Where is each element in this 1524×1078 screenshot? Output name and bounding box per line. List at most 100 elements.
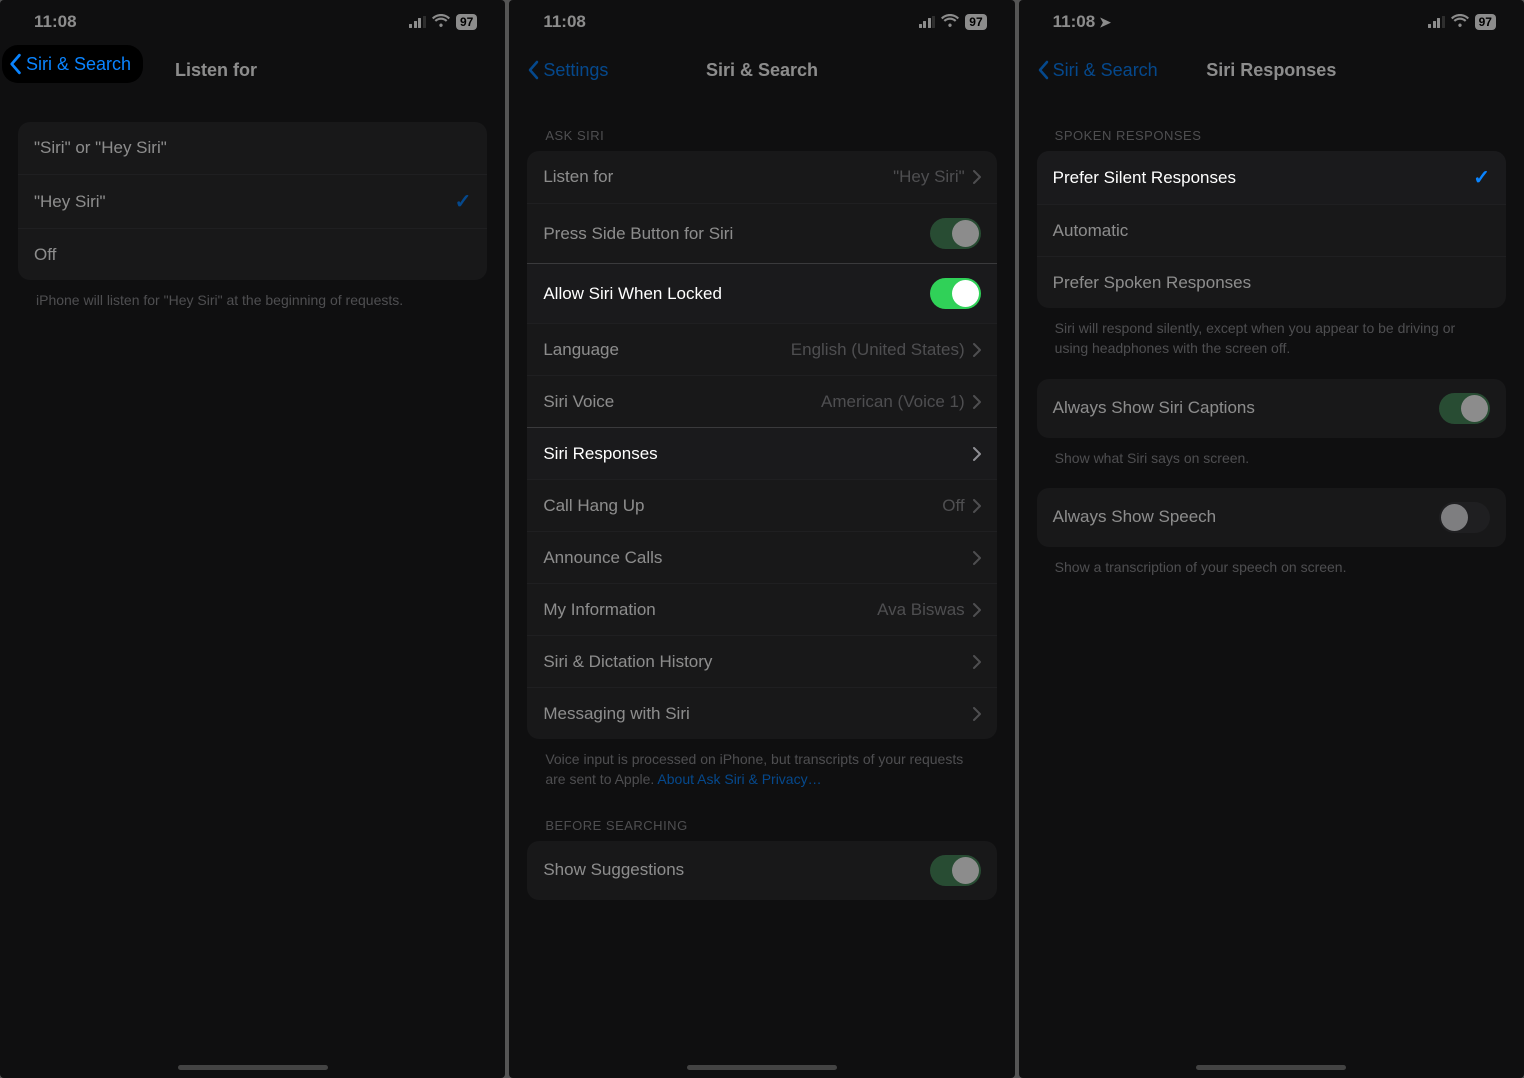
battery-icon: 97	[456, 14, 477, 30]
cellular-icon	[409, 16, 426, 28]
row-announce-calls[interactable]: Announce Calls	[527, 531, 996, 583]
row-label: Messaging with Siri	[543, 704, 972, 724]
wifi-icon	[1451, 14, 1469, 31]
page-title: Listen for	[175, 60, 257, 81]
phone-right: 11:08➤ 97 Siri & Search Siri Responses S…	[1019, 0, 1524, 1078]
before-searching-header: BEFORE SEARCHING	[509, 796, 1014, 841]
toggle-captions[interactable]	[1439, 393, 1490, 424]
option-label: "Hey Siri"	[34, 192, 455, 212]
chevron-right-icon	[973, 655, 981, 669]
chevron-right-icon	[973, 603, 981, 617]
show-speech-group: Always Show Speech	[1037, 488, 1506, 547]
row-label: Language	[543, 340, 790, 360]
toggle-show-suggestions[interactable]	[930, 855, 981, 886]
captions-footer: Show what Siri says on screen.	[1019, 438, 1524, 474]
row-siri-voice[interactable]: Siri Voice American (Voice 1)	[527, 375, 996, 427]
chevron-left-icon	[527, 60, 539, 80]
row-label: Listen for	[543, 167, 893, 187]
row-siri-responses[interactable]: Siri Responses	[527, 427, 996, 479]
option-label: Automatic	[1053, 221, 1490, 241]
row-label: Allow Siri When Locked	[543, 284, 929, 304]
siri-captions-group: Always Show Siri Captions	[1037, 379, 1506, 438]
chevron-right-icon	[973, 395, 981, 409]
row-label: Show Suggestions	[543, 860, 929, 880]
ask-siri-header: ASK SIRI	[509, 96, 1014, 151]
row-value: Ava Biswas	[877, 600, 965, 620]
ask-siri-footer: Voice input is processed on iPhone, but …	[509, 739, 1014, 796]
row-label: Announce Calls	[543, 548, 972, 568]
speech-footer: Show a transcription of your speech on s…	[1019, 547, 1524, 583]
row-always-show-speech[interactable]: Always Show Speech	[1037, 488, 1506, 547]
status-time: 11:08➤	[1053, 12, 1111, 32]
option-siri-or-hey-siri[interactable]: "Siri" or "Hey Siri"	[18, 122, 487, 174]
location-icon: ➤	[1099, 14, 1111, 31]
back-button[interactable]: Siri & Search	[1029, 54, 1166, 87]
status-bar: 11:08 97	[0, 0, 505, 44]
chevron-left-icon	[1037, 60, 1049, 80]
row-siri-dictation-history[interactable]: Siri & Dictation History	[527, 635, 996, 687]
option-prefer-spoken[interactable]: Prefer Spoken Responses	[1037, 256, 1506, 308]
row-messaging-with-siri[interactable]: Messaging with Siri	[527, 687, 996, 739]
cellular-icon	[919, 16, 936, 28]
option-label: "Siri" or "Hey Siri"	[34, 138, 471, 158]
status-time: 11:08	[543, 12, 586, 32]
home-indicator[interactable]	[178, 1065, 328, 1070]
phone-middle: 11:08 97 Settings Siri & Search ASK SIRI…	[509, 0, 1014, 1078]
row-press-side-button[interactable]: Press Side Button for Siri	[527, 203, 996, 263]
chevron-right-icon	[973, 707, 981, 721]
phone-left: 11:08 97 Siri & Search 〈Siri & Search Li…	[0, 0, 505, 1078]
chevron-right-icon	[973, 551, 981, 565]
row-my-information[interactable]: My Information Ava Biswas	[527, 583, 996, 635]
privacy-link[interactable]: About Ask Siri & Privacy…	[657, 771, 821, 787]
row-label: My Information	[543, 600, 877, 620]
back-label: Siri & Search	[26, 54, 131, 75]
row-label: Press Side Button for Siri	[543, 224, 929, 244]
nav-bar: Settings Siri & Search	[509, 44, 1014, 96]
row-label: Siri & Dictation History	[543, 652, 972, 672]
toggle-allow-locked[interactable]	[930, 278, 981, 309]
back-button-highlight[interactable]: Siri & Search	[2, 45, 143, 83]
row-listen-for[interactable]: Listen for "Hey Siri"	[527, 151, 996, 203]
back-label: Settings	[543, 60, 608, 81]
home-indicator[interactable]	[1196, 1065, 1346, 1070]
row-always-show-captions[interactable]: Always Show Siri Captions	[1037, 379, 1506, 438]
row-label: Siri Voice	[543, 392, 821, 412]
row-value: American (Voice 1)	[821, 392, 965, 412]
battery-icon: 97	[965, 14, 986, 30]
row-show-suggestions[interactable]: Show Suggestions	[527, 841, 996, 900]
chevron-right-icon	[973, 343, 981, 357]
back-label: Siri & Search	[1053, 60, 1158, 81]
status-right: 97	[1428, 14, 1496, 31]
option-label: Prefer Spoken Responses	[1053, 273, 1490, 293]
option-off[interactable]: Off	[18, 228, 487, 280]
option-label: Prefer Silent Responses	[1053, 168, 1474, 188]
wifi-icon	[432, 14, 450, 31]
status-right: 97	[409, 14, 477, 31]
option-prefer-silent[interactable]: Prefer Silent Responses ✓	[1037, 151, 1506, 204]
option-automatic[interactable]: Automatic	[1037, 204, 1506, 256]
home-indicator[interactable]	[687, 1065, 837, 1070]
row-label: Always Show Siri Captions	[1053, 398, 1439, 418]
chevron-right-icon	[973, 447, 981, 461]
row-value: Off	[942, 496, 964, 516]
row-language[interactable]: Language English (United States)	[527, 323, 996, 375]
row-label: Siri Responses	[543, 444, 972, 464]
status-bar: 11:08➤ 97	[1019, 0, 1524, 44]
battery-icon: 97	[1475, 14, 1496, 30]
listen-for-group: "Siri" or "Hey Siri" "Hey Siri" ✓ Off	[18, 122, 487, 280]
toggle-press-side[interactable]	[930, 218, 981, 249]
checkmark-icon: ✓	[1473, 165, 1490, 190]
row-call-hang-up[interactable]: Call Hang Up Off	[527, 479, 996, 531]
chevron-right-icon	[973, 170, 981, 184]
back-button[interactable]: Settings	[519, 54, 616, 87]
toggle-speech[interactable]	[1439, 502, 1490, 533]
row-allow-siri-locked[interactable]: Allow Siri When Locked	[527, 263, 996, 323]
spoken-responses-footer: Siri will respond silently, except when …	[1019, 308, 1524, 365]
status-bar: 11:08 97	[509, 0, 1014, 44]
ask-siri-group: Listen for "Hey Siri" Press Side Button …	[527, 151, 996, 739]
option-label: Off	[34, 245, 471, 265]
row-value: English (United States)	[791, 340, 965, 360]
spoken-responses-header: SPOKEN RESPONSES	[1019, 96, 1524, 151]
row-label: Always Show Speech	[1053, 507, 1439, 527]
option-hey-siri[interactable]: "Hey Siri" ✓	[18, 174, 487, 228]
